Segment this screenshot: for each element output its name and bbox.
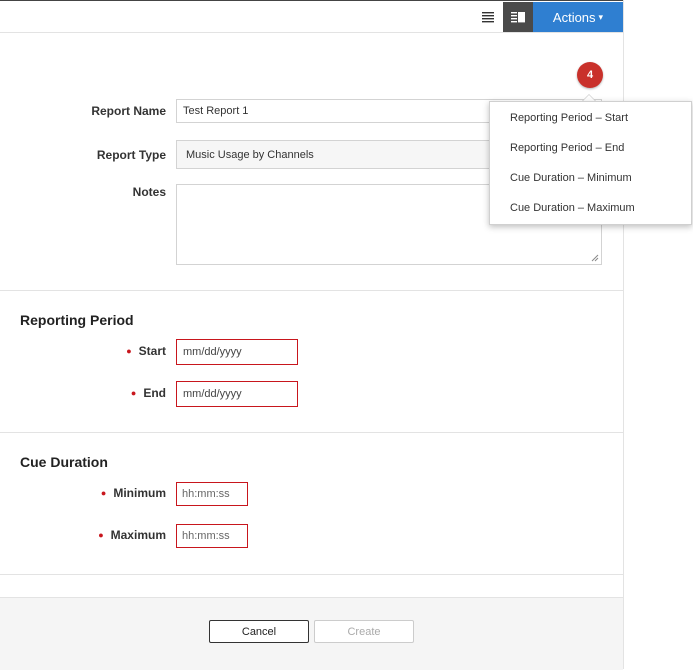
split-view-button[interactable] [503,2,533,32]
required-indicator: ● [126,346,132,356]
minimum-label: ● Minimum [100,486,166,500]
start-label: ● Start [126,344,166,358]
chevron-down-icon: ▾ [598,11,604,22]
maximum-duration-input[interactable]: hh:mm:ss [176,524,248,548]
validation-item-start[interactable]: Reporting Period – Start [510,112,628,124]
maximum-duration-placeholder: hh:mm:ss [182,530,230,542]
form-footer: Cancel Create [0,597,623,670]
reporting-period-section: Reporting Period ● Start mm/dd/yyyy ● End … [0,291,623,433]
report-name-value: Test Report 1 [183,105,249,117]
popover-arrow [582,94,596,101]
validation-item-maximum[interactable]: Cue Duration – Maximum [510,202,635,214]
actions-menu-button[interactable]: Actions ▾ [533,2,623,32]
end-date-placeholder: mm/dd/yyyy [183,388,242,400]
minimum-duration-input[interactable]: hh:mm:ss [176,482,248,506]
create-button[interactable]: Create [314,620,414,643]
notes-label: Notes [132,185,166,199]
start-date-placeholder: mm/dd/yyyy [183,346,242,358]
cue-duration-section: Cue Duration ● Minimum hh:mm:ss ● Maximum … [0,433,623,575]
start-date-input[interactable]: mm/dd/yyyy [176,339,298,365]
end-label: ● End [130,386,166,400]
required-indicator: ● [98,530,104,540]
report-type-label: Report Type [96,148,166,162]
maximum-label: ● Maximum [98,528,166,542]
cancel-button[interactable]: Cancel [209,620,309,643]
report-type-value: Music Usage by Channels [186,148,314,161]
split-view-icon [511,12,525,23]
validation-popover: Reporting Period – Start Reporting Perio… [489,101,692,225]
end-date-input[interactable]: mm/dd/yyyy [176,381,298,407]
actions-label: Actions [552,9,596,25]
error-count-badge[interactable]: 4 [577,62,603,88]
validation-item-minimum[interactable]: Cue Duration – Minimum [510,172,632,184]
minimum-duration-placeholder: hh:mm:ss [182,488,230,500]
required-indicator: ● [130,388,137,398]
reporting-period-title: Reporting Period [20,312,134,328]
resize-handle-icon[interactable] [591,254,599,262]
required-indicator: ● [100,488,107,498]
list-view-icon [482,12,494,23]
list-view-button[interactable] [473,2,503,32]
toolbar: Actions ▾ [0,0,623,33]
cue-duration-title: Cue Duration [20,454,108,470]
validation-item-end[interactable]: Reporting Period – End [510,142,624,154]
report-name-label: Report Name [91,104,166,118]
